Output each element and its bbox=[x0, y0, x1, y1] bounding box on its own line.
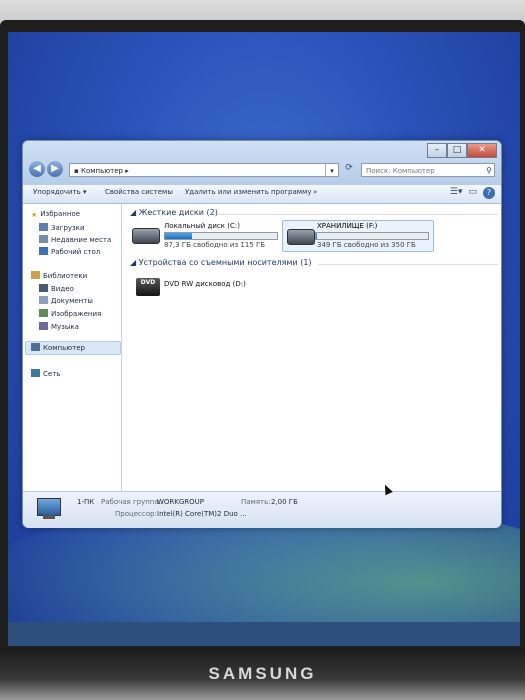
drive-c[interactable]: Локальный диск (C:) 87,3 ГБ свободно из … bbox=[130, 222, 280, 250]
more-commands-button[interactable]: » bbox=[313, 188, 317, 196]
search-icon: ⚲ bbox=[486, 166, 492, 175]
memory-value: 2,00 ГБ bbox=[271, 498, 298, 506]
libraries-icon bbox=[31, 271, 40, 279]
nav-label: Документы bbox=[51, 297, 93, 305]
star-icon: ★ bbox=[31, 211, 38, 219]
breadcrumb-arrow-icon: ▸ bbox=[125, 167, 129, 175]
nav-item-documents[interactable]: Документы bbox=[39, 296, 93, 305]
system-properties-button[interactable]: Свойства системы bbox=[105, 188, 173, 196]
nav-item-images[interactable]: Изображения bbox=[39, 309, 101, 318]
view-controls: ☰▾ ▭ ? bbox=[450, 187, 495, 199]
nav-item-recent[interactable]: Недавние места bbox=[39, 235, 111, 244]
nav-item-music[interactable]: Музыка bbox=[39, 322, 79, 331]
network-icon bbox=[31, 369, 40, 377]
back-button[interactable]: ◀ bbox=[29, 161, 45, 177]
nav-label: Изображения bbox=[51, 310, 102, 318]
nav-label: Музыка bbox=[51, 323, 79, 331]
title-bar: – □ ✕ ◀ ▶ ▪ Компьютер ▸ ▾ ⟳ Поиск: Компь… bbox=[23, 141, 501, 185]
window-controls: – □ ✕ bbox=[427, 143, 497, 158]
search-placeholder: Поиск: Компьютер bbox=[366, 167, 435, 175]
minimize-button[interactable]: – bbox=[427, 143, 447, 158]
group-divider bbox=[218, 214, 498, 215]
nav-label: Компьютер bbox=[43, 344, 85, 352]
navigation-pane: ★ Избранное Загрузки Недавние места Рабоч… bbox=[23, 204, 122, 491]
help-icon[interactable]: ? bbox=[483, 187, 495, 199]
memory-label: Память: bbox=[241, 498, 271, 506]
address-bar[interactable]: ▪ Компьютер ▸ ▾ bbox=[69, 163, 339, 177]
forward-button[interactable]: ▶ bbox=[47, 161, 63, 177]
images-library-icon bbox=[39, 309, 48, 317]
monitor-brand-logo: SAMSUNG bbox=[208, 664, 317, 683]
computer-icon bbox=[31, 343, 40, 351]
drive-usage-bar bbox=[164, 232, 278, 240]
hard-drive-icon bbox=[132, 228, 160, 244]
command-bar: Упорядочить ▾ Свойства системы Удалить и… bbox=[23, 185, 501, 204]
video-library-icon bbox=[39, 284, 48, 292]
nav-item-network[interactable]: Сеть bbox=[31, 369, 60, 378]
address-dropdown-icon[interactable]: ▾ bbox=[325, 164, 338, 176]
nav-label: Библиотеки bbox=[43, 272, 88, 280]
nav-item-favorites[interactable]: ★ Избранное bbox=[31, 210, 80, 219]
nav-item-libraries[interactable]: Библиотеки bbox=[31, 271, 87, 280]
taskbar bbox=[8, 622, 520, 646]
music-library-icon bbox=[39, 322, 48, 330]
nav-item-desktop[interactable]: Рабочий стол bbox=[39, 247, 100, 256]
drive-name: ХРАНИЛИЩЕ (F:) bbox=[317, 222, 378, 230]
dvd-icon-label: DVD bbox=[140, 279, 156, 286]
removable-group-header[interactable]: ◢ Устройства со съемными носителями (1) bbox=[130, 258, 312, 267]
group-divider bbox=[318, 264, 498, 265]
collapse-arrow-icon: ◢ bbox=[130, 258, 139, 267]
drive-usage-bar bbox=[315, 232, 429, 240]
dvd-drive-icon: DVD bbox=[136, 278, 160, 296]
nav-label: Избранное bbox=[40, 210, 81, 218]
desktop-icon bbox=[39, 247, 48, 255]
drive-space-text: 349 ГБ свободно из 350 ГБ bbox=[317, 241, 416, 249]
documents-library-icon bbox=[39, 296, 48, 304]
nav-label: Недавние места bbox=[51, 236, 112, 244]
group-title: Устройства со съемными носителями (1) bbox=[138, 258, 312, 267]
maximize-button[interactable]: □ bbox=[447, 143, 467, 158]
workgroup-value: WORKGROUP bbox=[157, 498, 205, 506]
nav-label: Видео bbox=[51, 285, 74, 293]
view-options-icon[interactable]: ☰▾ bbox=[450, 187, 463, 199]
downloads-folder-icon bbox=[39, 223, 48, 231]
drive-name: DVD RW дисковод (D:) bbox=[164, 280, 246, 288]
hard-disks-group-header[interactable]: ◢ Жесткие диски (2) bbox=[130, 208, 218, 217]
organize-button[interactable]: Упорядочить ▾ bbox=[33, 188, 87, 196]
drive-f[interactable]: ХРАНИЛИЩЕ (F:) 349 ГБ свободно из 350 ГБ bbox=[282, 220, 434, 252]
drive-space-text: 87,3 ГБ свободно из 115 ГБ bbox=[164, 241, 266, 249]
search-input[interactable]: Поиск: Компьютер ⚲ bbox=[361, 163, 495, 177]
recent-places-icon bbox=[39, 235, 48, 243]
computer-name: 1-ПК bbox=[77, 498, 95, 506]
nav-label: Рабочий стол bbox=[51, 248, 101, 256]
explorer-window: – □ ✕ ◀ ▶ ▪ Компьютер ▸ ▾ ⟳ Поиск: Компь… bbox=[22, 140, 502, 528]
preview-pane-icon[interactable]: ▭ bbox=[468, 187, 477, 199]
refresh-icon[interactable]: ⟳ bbox=[343, 163, 355, 177]
workgroup-label: Рабочая группа: bbox=[101, 498, 162, 506]
nav-label: Загрузки bbox=[51, 224, 85, 232]
close-button[interactable]: ✕ bbox=[467, 143, 497, 158]
computer-large-icon bbox=[37, 498, 61, 516]
drive-name: Локальный диск (C:) bbox=[164, 222, 240, 230]
collapse-arrow-icon: ◢ bbox=[130, 208, 139, 217]
dvd-drive[interactable]: DVD DVD RW дисковод (D:) bbox=[130, 274, 280, 300]
group-title: Жесткие диски (2) bbox=[138, 208, 218, 217]
drive-usage-fill bbox=[316, 233, 317, 239]
uninstall-program-button[interactable]: Удалить или изменить программу bbox=[185, 188, 311, 196]
nav-item-computer[interactable]: Компьютер bbox=[31, 343, 85, 352]
nav-item-downloads[interactable]: Загрузки bbox=[39, 223, 85, 232]
cpu-value: Intel(R) Core(TM)2 Duo ... bbox=[157, 510, 247, 518]
nav-buttons: ◀ ▶ bbox=[29, 161, 63, 177]
drive-usage-fill bbox=[165, 233, 192, 239]
nav-label: Сеть bbox=[43, 370, 61, 378]
hard-drive-icon bbox=[287, 229, 315, 245]
address-text: Компьютер bbox=[80, 167, 123, 175]
computer-stand-icon bbox=[43, 515, 55, 519]
content-pane: ◢ Жесткие диски (2) Локальный диск (C:) … bbox=[122, 204, 501, 491]
nav-item-video[interactable]: Видео bbox=[39, 284, 74, 293]
details-pane: 1-ПК Рабочая группа: WORKGROUP Память: 2… bbox=[23, 491, 501, 528]
cpu-label: Процессор: bbox=[115, 510, 157, 518]
desktop-screen: – □ ✕ ◀ ▶ ▪ Компьютер ▸ ▾ ⟳ Поиск: Компь… bbox=[8, 32, 520, 646]
computer-small-icon: ▪ bbox=[74, 167, 81, 175]
